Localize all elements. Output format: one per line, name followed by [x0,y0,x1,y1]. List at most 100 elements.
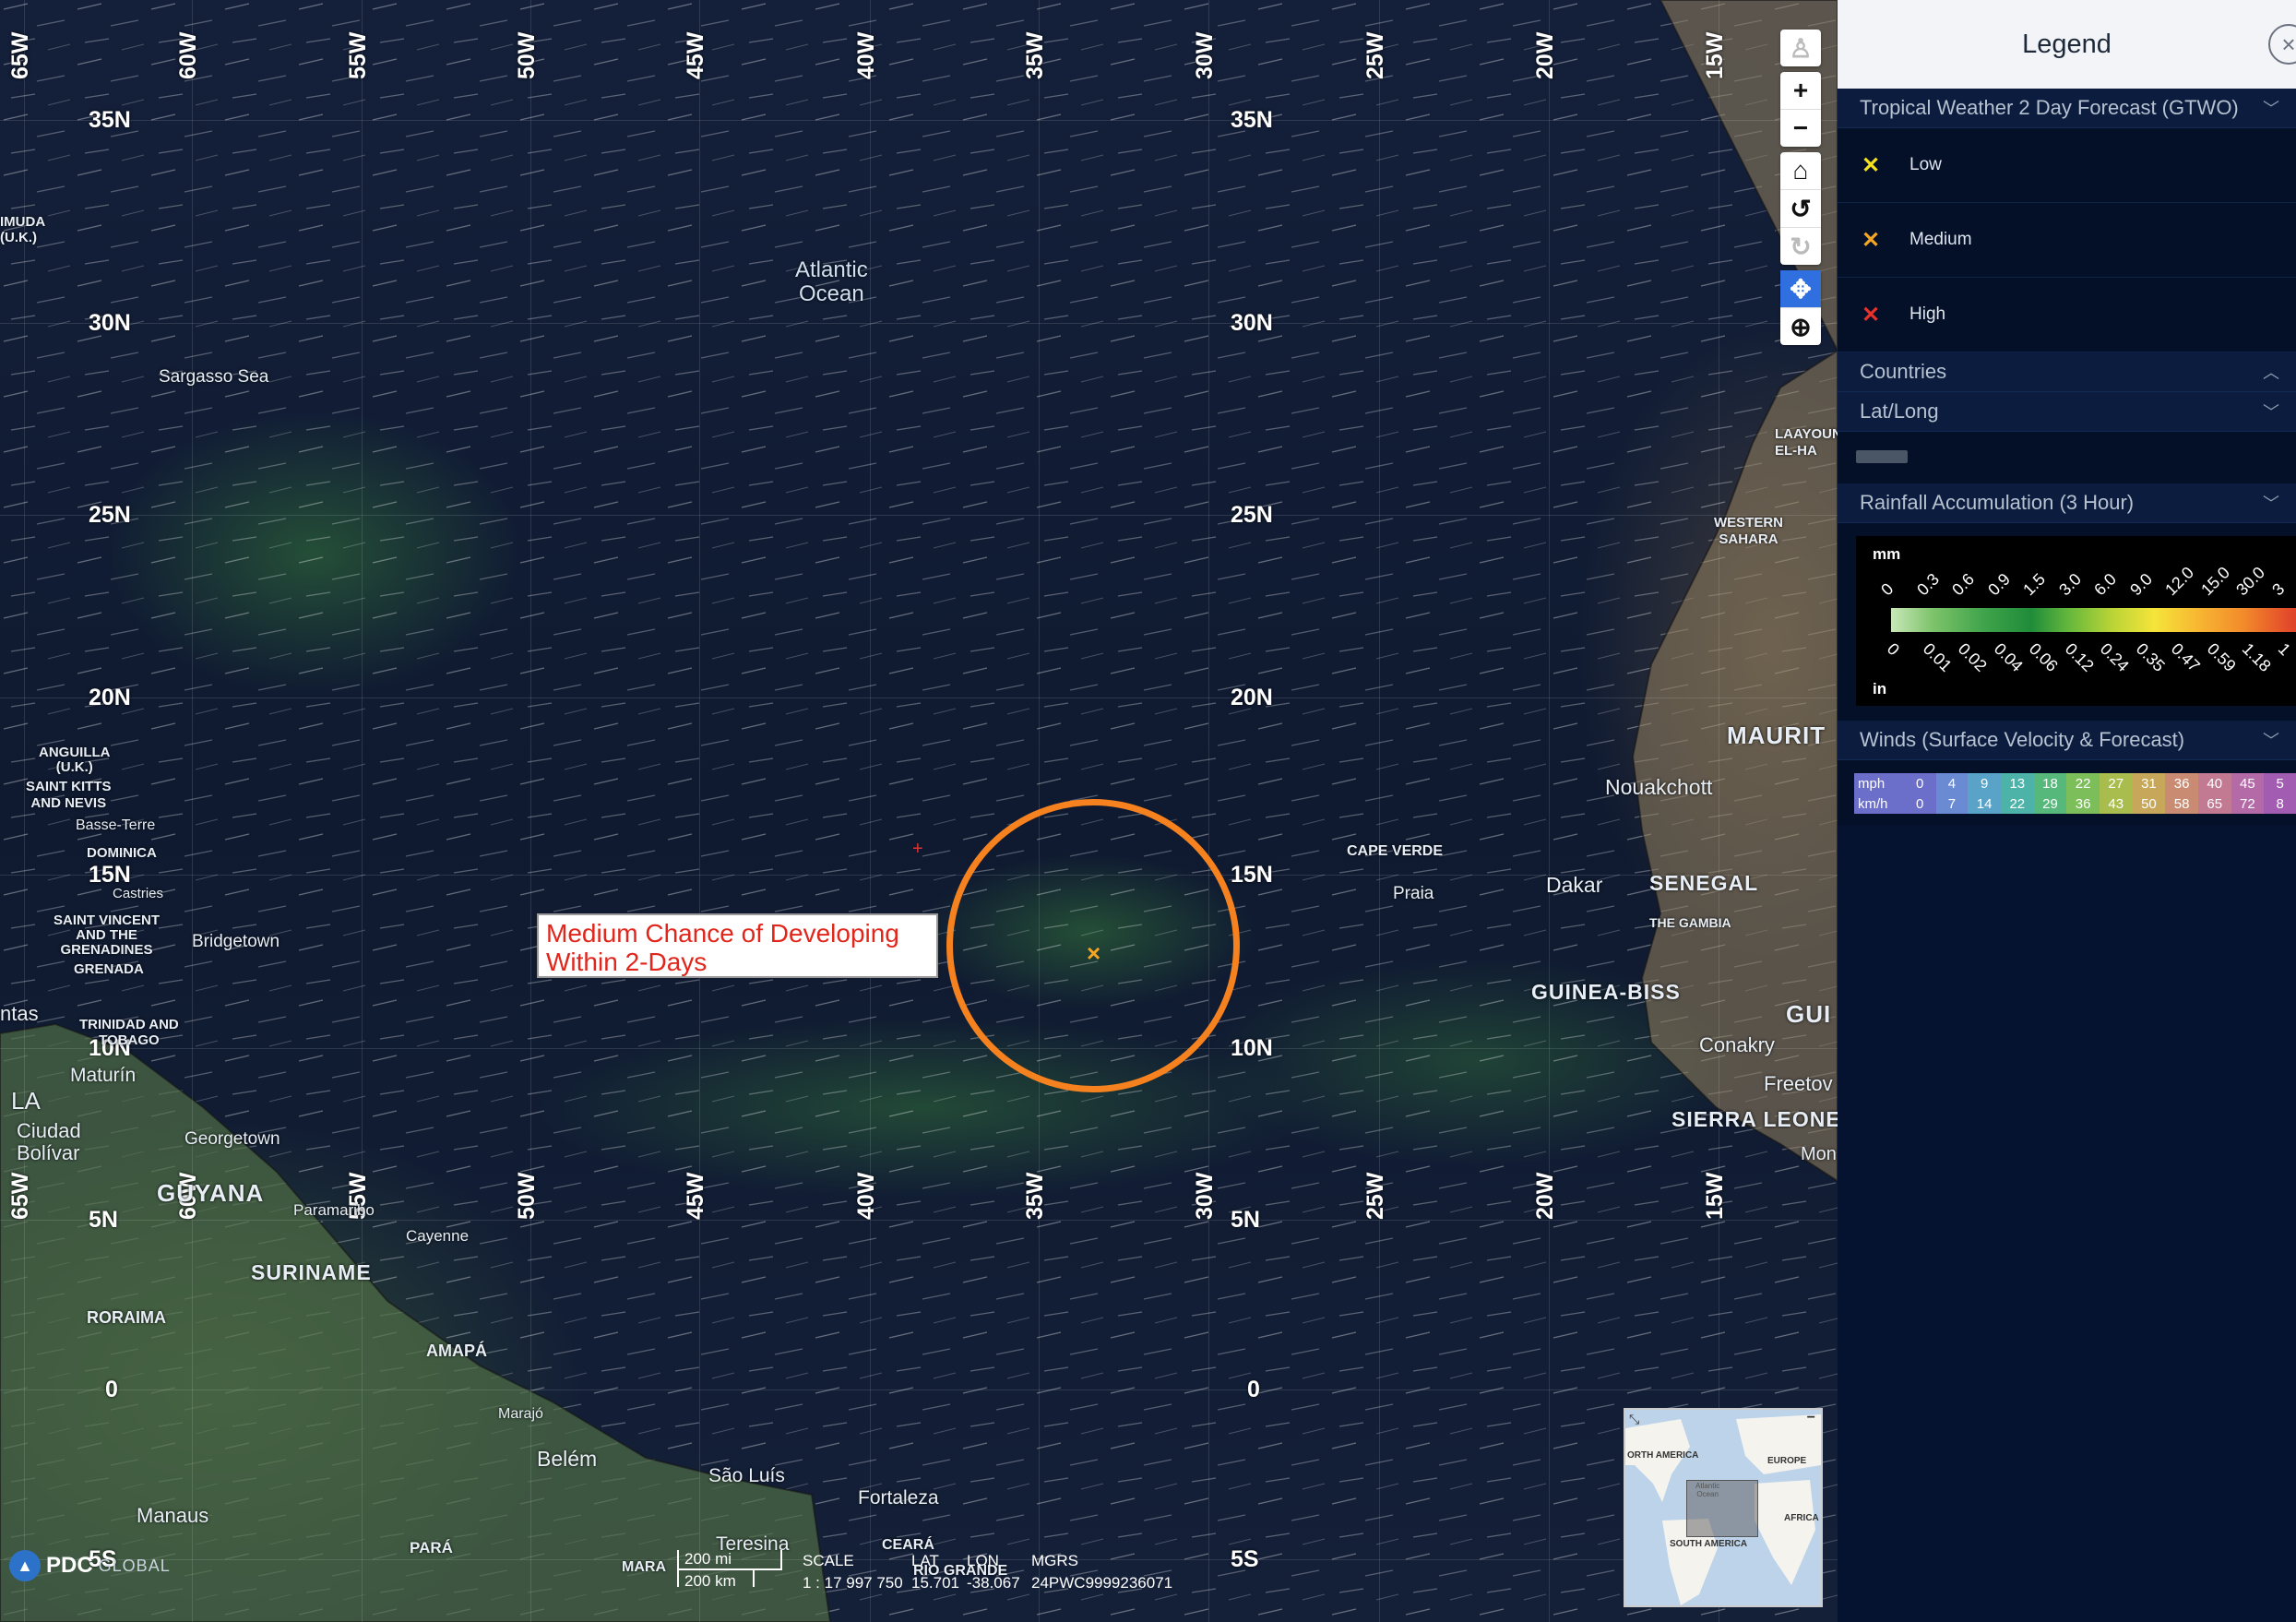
wind-scale-cell: 22 [2000,793,2034,814]
label-suriname: SURINAME [251,1260,372,1284]
legend-header: Legend × [1838,0,2296,89]
label-conakry: Conakry [1699,1033,1775,1056]
wind-scale-cell: 72 [2231,793,2265,814]
label-nouakchott: Nouakchott [1605,775,1713,799]
rain-tick-mm: 15.0 [2196,563,2233,600]
zoom-box-icon[interactable]: ⊕ [1780,308,1821,345]
home-icon[interactable]: ⌂ [1780,152,1821,190]
pan-icon[interactable]: ✥ [1780,270,1821,308]
lat-label-left: 35N [89,107,131,133]
grid-line-lon [1208,0,1209,1622]
winds-scale-table: mph 0 4 9 13 18 22 27 31 36 40 45 5 km/h 0 7 14 22 29 36 43 5… [1854,773,2296,814]
label-anguilla: ANGUILLA (U.K.) [39,745,111,775]
storm-medium-marker[interactable]: × [1087,939,1100,968]
map-view[interactable]: 35N 30N 25N 20N 15N 10N 5N 0 5S 35N 30N 25N 20N 15N 1… [0,0,1838,1622]
label-dakar: Dakar [1546,873,1603,897]
lat-label-left: 30N [89,310,131,336]
lat-label-left: 0 [105,1377,118,1402]
pdc-logo-icon: ▲ [9,1550,41,1581]
rain-tick-mm: 0 [1877,579,1897,600]
rotate-right-icon[interactable]: ↻ [1780,228,1821,265]
pdc-logo: ▲ PDC GLOBAL [9,1550,171,1581]
rain-tick-in: 0.24 [2096,639,2133,675]
annotation-text: Medium Chance of Developing Within 2-Day… [546,919,899,976]
legend-item-low: ✕ Low [1838,128,2296,203]
lat-label-mid: 10N [1231,1035,1273,1061]
rain-tick-in: 0.02 [1954,639,1991,675]
lat-label-mid: 30N [1231,310,1273,336]
legend-section-rainfall[interactable]: Rainfall Accumulation (3 Hour) ﹀ [1838,483,2296,523]
chevron-down-icon: ﹀ [2263,100,2279,118]
zoom-in-button[interactable]: + [1780,72,1821,110]
lat-label-left: 25N [89,502,131,528]
gtwo-items: ✕ Low ✕ Medium ✕ High [1838,128,2296,352]
grid-line-lon [530,0,531,1622]
gtwo-header: Tropical Weather 2 Day Forecast (GTWO) [1860,96,2239,119]
overview-minimap[interactable]: ORTH AMERICA EUROPE AFRICA SOUTH AMERICA… [1624,1408,1823,1607]
chevron-down-icon: ﹀ [2263,403,2279,422]
label-georgetown: Georgetown [184,1129,280,1149]
latlong-legend [1838,432,2296,483]
wind-scale-cell: 9 [1968,773,2001,793]
scale-label: SCALE [803,1552,854,1569]
wind-scale-cell: 43 [2099,793,2133,814]
lon-label: LON [967,1552,999,1569]
chevron-down-icon: ﹀ [2263,732,2279,750]
legend-section-latlong[interactable]: Lat/Long ﹀ [1838,392,2296,432]
close-icon[interactable]: × [2268,24,2296,65]
lon-value: -38.067 [967,1574,1020,1592]
scale-value: 1 : 17 997 750 [803,1574,903,1592]
label-trinidad: TRINIDAD AND TOBAGO [79,1017,179,1048]
label-sierra-leone: SIERRA LEONE [1671,1107,1838,1131]
winds-header: Winds (Surface Velocity & Forecast) [1860,728,2185,751]
wind-unit-label: km/h [1854,793,1904,814]
grid-line-lat [0,1220,1838,1221]
lon-label-top: 55W [345,31,371,79]
label-grenada: GRENADA [74,961,144,977]
label-senegal: SENEGAL [1649,871,1759,895]
wind-scale-cell: 27 [2099,773,2133,793]
legend-panel: Legend × Tropical Weather 2 Day Forecast… [1838,0,2296,1622]
label-mara: MARA [622,1559,666,1575]
expand-icon[interactable]: ⤡ [1629,1412,1639,1427]
lon-label-bottom: 25W [1362,1172,1388,1220]
lon-label-bottom: 35W [1022,1172,1048,1220]
label-roraima: RORAIMA [87,1308,166,1327]
lon-label-bottom: 20W [1532,1172,1558,1220]
mgrs-label: MGRS [1031,1552,1078,1569]
lat-label-mid: 5S [1231,1546,1259,1572]
legend-section-countries[interactable]: Countries ︿ [1838,352,2296,392]
rotate-left-icon[interactable]: ↺ [1780,190,1821,228]
grid-line-lat [0,120,1838,121]
lat-label-left: 20N [89,685,131,710]
lat-label-mid: 25N [1231,502,1273,528]
legend-section-winds[interactable]: Winds (Surface Velocity & Forecast) ﹀ [1838,721,2296,760]
rain-tick-in: 0.04 [1990,639,2027,675]
rain-tick-in: 1 [2274,639,2294,660]
label-laayoune: LAAYOUN EL-HA [1775,426,1838,459]
storm-annotation: Medium Chance of Developing Within 2-Day… [537,913,938,978]
rainfall-scale: mm in 0 0.3 0.6 0.9 1.5 3.0 6.0 9.0 12.0 15.0 30.0… [1856,536,2296,706]
wind-scale-cell: 40 [2197,773,2231,793]
label-maurit: MAURIT [1727,722,1826,749]
legend-section-gtwo[interactable]: Tropical Weather 2 Day Forecast (GTWO) ﹀ [1838,89,2296,128]
lat-value: 15.701 [911,1574,959,1592]
wind-scale-cell: 7 [1935,793,1969,814]
winds-legend: mph 0 4 9 13 18 22 27 31 36 40 45 5 km/h 0 7 14 22 29 36 43 5… [1838,760,2296,825]
lon-label-bottom: 50W [514,1172,540,1220]
rainfall-color-ramp [1891,608,2296,632]
label-fortaleza: Fortaleza [858,1487,939,1509]
label-cape-verde: CAPE VERDE [1347,843,1444,859]
wind-scale-cell: 31 [2132,773,2166,793]
rain-tick-mm: 9.0 [2125,569,2156,600]
minimap-label-north-america: ORTH AMERICA [1627,1450,1699,1461]
zoom-out-button[interactable]: − [1780,110,1821,147]
minimize-icon[interactable]: − [1807,1410,1815,1426]
wind-scale-cell: 4 [1935,773,1969,793]
legend-item-label: High [1909,304,1946,324]
street-view-pegman-icon[interactable]: ♙ [1780,30,1821,66]
rain-tick-in: 0.01 [1919,639,1956,675]
minimap-label-africa: AFRICA [1784,1513,1819,1523]
lon-label-bottom: 15W [1702,1172,1728,1220]
rain-tick-mm: 30.0 [2232,563,2269,600]
